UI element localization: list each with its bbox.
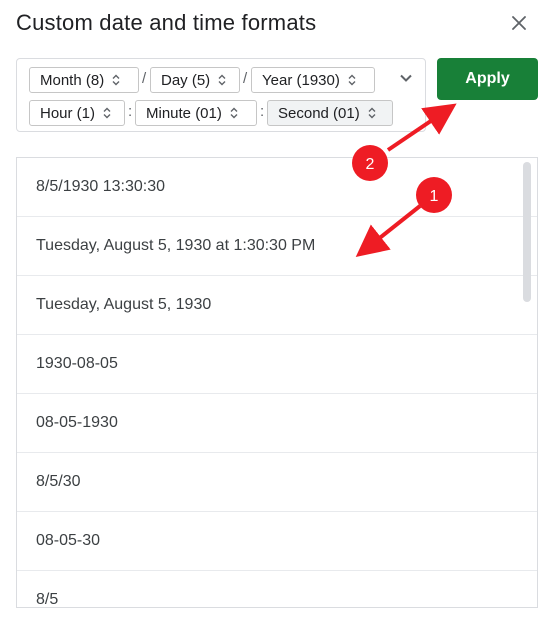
up-down-chevron-icon: [230, 107, 238, 119]
list-item[interactable]: 8/5: [17, 571, 537, 607]
chip-label: Month (8): [40, 71, 105, 89]
chip-label: Minute (01): [146, 104, 222, 122]
apply-button[interactable]: Apply: [437, 58, 538, 100]
up-down-chevron-icon: [218, 74, 226, 86]
close-button[interactable]: [508, 12, 530, 34]
format-list: 8/5/1930 13:30:30 Tuesday, August 5, 193…: [16, 157, 538, 608]
up-down-chevron-icon: [112, 74, 120, 86]
chip-label: Day (5): [161, 71, 211, 89]
chip-month[interactable]: Month (8): [29, 67, 139, 93]
close-icon: [512, 16, 526, 30]
up-down-chevron-icon: [348, 74, 356, 86]
list-item[interactable]: Tuesday, August 5, 1930 at 1:30:30 PM: [17, 217, 537, 276]
chip-hour[interactable]: Hour (1): [29, 100, 125, 126]
scrollbar-thumb[interactable]: [523, 162, 531, 302]
chip-day[interactable]: Day (5): [150, 67, 240, 93]
up-down-chevron-icon: [368, 107, 376, 119]
chip-label: Hour (1): [40, 104, 96, 122]
chip-label: Second (01): [278, 104, 360, 122]
chevron-down-icon: [400, 74, 412, 82]
time-separator: :: [128, 103, 133, 120]
up-down-chevron-icon: [103, 107, 111, 119]
chip-year[interactable]: Year (1930): [251, 67, 375, 93]
list-item[interactable]: Tuesday, August 5, 1930: [17, 276, 537, 335]
date-separator: /: [142, 70, 147, 87]
list-item[interactable]: 8/5/30: [17, 453, 537, 512]
list-item[interactable]: 08-05-1930: [17, 394, 537, 453]
list-item[interactable]: 08-05-30: [17, 512, 537, 571]
time-separator: :: [260, 103, 265, 120]
chip-minute[interactable]: Minute (01): [135, 100, 257, 126]
chip-second[interactable]: Second (01): [267, 100, 393, 126]
format-builder: Month (8) / Day (5) / Year (1930) Hour (…: [16, 58, 426, 132]
date-separator: /: [243, 70, 248, 87]
list-item[interactable]: 8/5/1930 13:30:30: [17, 158, 537, 217]
dialog-title: Custom date and time formats: [16, 10, 317, 35]
list-item[interactable]: 1930-08-05: [17, 335, 537, 394]
chip-label: Year (1930): [262, 71, 340, 89]
expand-button[interactable]: [395, 67, 417, 89]
